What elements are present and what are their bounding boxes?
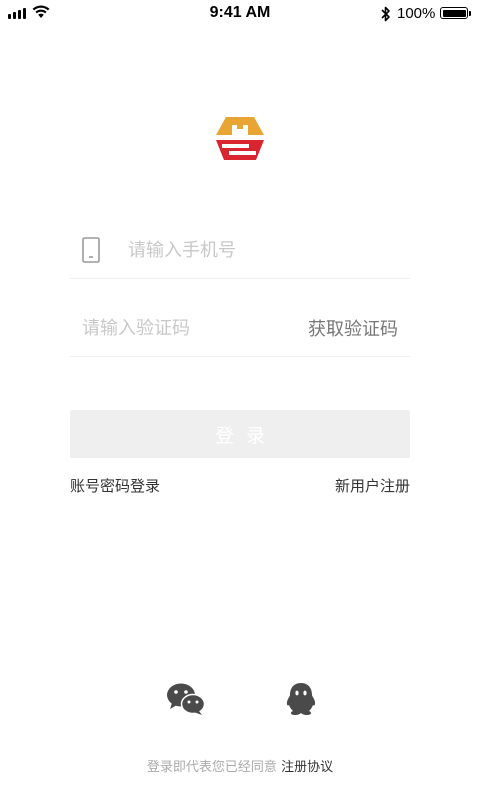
wechat-icon[interactable] — [166, 682, 206, 716]
password-login-link[interactable]: 账号密码登录 — [70, 475, 160, 496]
login-button[interactable]: 登录 — [70, 410, 410, 458]
phone-icon — [82, 237, 100, 263]
brand-logo — [216, 117, 264, 160]
battery-percentage: 100% — [397, 5, 436, 22]
battery-icon — [440, 7, 468, 19]
phone-input[interactable] — [128, 236, 398, 264]
code-input[interactable] — [82, 314, 282, 342]
get-code-button[interactable]: 获取验证码 — [308, 315, 398, 341]
status-bar: 9:41 AM 100% — [0, 0, 480, 28]
register-link[interactable]: 新用户注册 — [335, 475, 410, 496]
bluetooth-icon — [381, 6, 390, 22]
code-row: 获取验证码 — [70, 300, 410, 357]
agreement-prefix: 登录即代表您已经同意 — [146, 760, 277, 775]
agreement-link[interactable]: 注册协议 — [281, 760, 333, 775]
phone-row — [70, 222, 410, 279]
qq-icon[interactable] — [284, 682, 318, 716]
battery-tip — [469, 11, 471, 16]
footer-agreement: 登录即代表您已经同意 注册协议 — [0, 756, 480, 775]
